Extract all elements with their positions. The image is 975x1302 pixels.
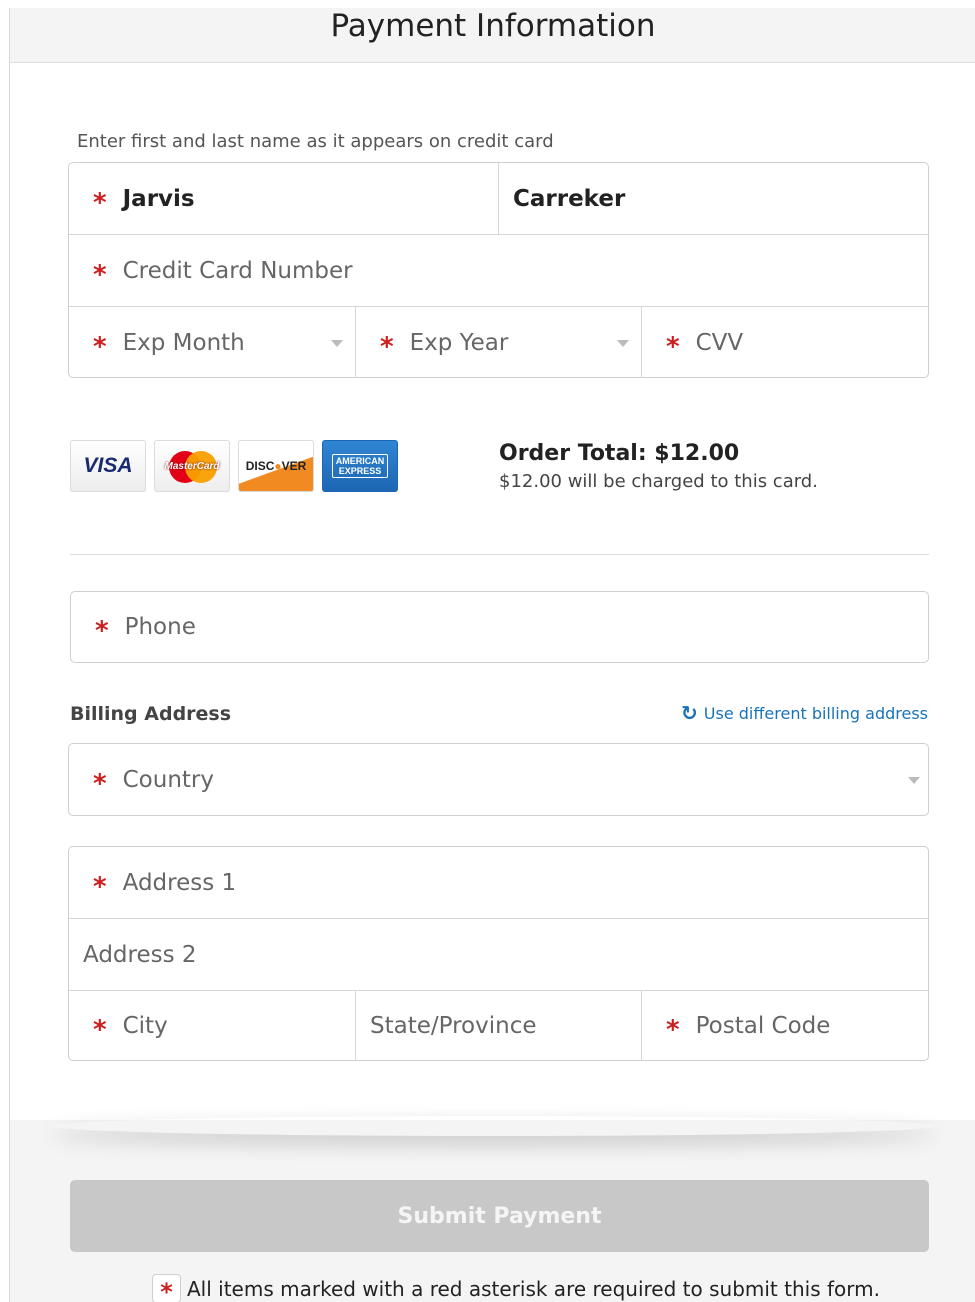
- city-field[interactable]: * City: [69, 991, 355, 1061]
- american-express-logo: AMERICAN EXPRESS: [322, 440, 398, 492]
- page-title: Payment Information: [330, 8, 656, 44]
- exp-year-placeholder: Exp Year: [409, 329, 509, 356]
- required-asterisk: *: [93, 871, 107, 902]
- accepted-cards: VISA MasterCard DISC ● VER AMERICAN EXPRES…: [70, 440, 398, 492]
- name-row: * Jarvis Carreker: [69, 163, 928, 234]
- required-note-text: All items marked with a red asterisk are…: [187, 1276, 880, 1301]
- required-asterisk: *: [93, 768, 107, 799]
- required-asterisk: *: [95, 616, 109, 646]
- first-name-field[interactable]: * Jarvis: [69, 163, 498, 234]
- exp-month-placeholder: Exp Month: [122, 329, 245, 356]
- required-asterisk: *: [93, 187, 107, 218]
- state-placeholder: State/Province: [370, 1013, 537, 1039]
- country-input[interactable]: * Country: [69, 744, 930, 815]
- postal-code-placeholder: Postal Code: [695, 1013, 831, 1039]
- mastercard-logo: MasterCard: [154, 440, 230, 492]
- phone-placeholder: Phone: [124, 614, 196, 640]
- order-total: Order Total: $12.00: [499, 441, 740, 466]
- cvv-placeholder: CVV: [695, 329, 744, 356]
- footer-shadow: [50, 1116, 936, 1136]
- discover-logo: DISC ● VER: [238, 440, 314, 492]
- use-different-billing-link[interactable]: ↻ Use different billing address: [681, 701, 928, 725]
- required-asterisk: *: [93, 331, 107, 362]
- required-asterisk: *: [380, 331, 394, 362]
- page-header: Payment Information: [10, 8, 975, 63]
- address2-placeholder: Address 2: [83, 941, 197, 968]
- country-select[interactable]: * Country: [68, 743, 929, 816]
- card-number-row: * Credit Card Number: [69, 234, 928, 306]
- submit-payment-button[interactable]: Submit Payment: [70, 1180, 929, 1252]
- exp-year-select[interactable]: * Exp Year: [355, 307, 641, 378]
- postal-code-field[interactable]: * Postal Code: [641, 991, 930, 1061]
- address1-row: * Address 1: [69, 847, 928, 918]
- cvv-field[interactable]: * CVV: [641, 307, 930, 378]
- expiry-row: * Exp Month * Exp Year * CVV: [69, 306, 928, 378]
- address1-placeholder: Address 1: [122, 869, 237, 896]
- chevron-down-icon: [617, 339, 629, 347]
- card-number-placeholder: Credit Card Number: [122, 257, 353, 284]
- city-state-postal-row: * City State/Province * Postal Code: [69, 990, 928, 1061]
- phone-input[interactable]: * Phone: [71, 592, 930, 662]
- card-fields-group: * Jarvis Carreker * Credit Card Number *…: [68, 162, 929, 378]
- charge-note: $12.00 will be charged to this card.: [499, 471, 818, 492]
- card-number-field[interactable]: * Credit Card Number: [69, 235, 930, 306]
- address2-field[interactable]: Address 2: [69, 919, 930, 990]
- required-asterisk: *: [666, 331, 680, 362]
- country-placeholder: Country: [122, 766, 214, 793]
- last-name-field[interactable]: Carreker: [498, 163, 930, 234]
- address-fields-group: * Address 1 Address 2 * City State/Provi…: [68, 846, 929, 1061]
- required-asterisk: *: [93, 1015, 107, 1045]
- city-placeholder: City: [122, 1013, 168, 1039]
- phone-field[interactable]: * Phone: [70, 591, 929, 663]
- address1-field[interactable]: * Address 1: [69, 847, 930, 918]
- state-field[interactable]: State/Province: [355, 991, 641, 1061]
- chevron-down-icon: [331, 339, 343, 347]
- divider: [70, 554, 929, 555]
- required-asterisk-icon: *: [152, 1274, 181, 1302]
- billing-address-label: Billing Address: [70, 703, 232, 725]
- payment-panel: Payment Information Enter first and last…: [9, 8, 975, 1302]
- exp-month-select[interactable]: * Exp Month: [69, 307, 355, 378]
- card-name-hint: Enter first and last name as it appears …: [77, 131, 554, 152]
- first-name-value: Jarvis: [122, 185, 195, 212]
- required-asterisk: *: [93, 259, 107, 290]
- refresh-icon: ↻: [681, 701, 698, 725]
- address2-row: Address 2: [69, 918, 928, 990]
- visa-logo: VISA: [70, 440, 146, 492]
- required-asterisk: *: [666, 1015, 680, 1045]
- last-name-value: Carreker: [513, 185, 626, 212]
- required-note: * All items marked with a red asterisk a…: [152, 1274, 880, 1302]
- chevron-down-icon: [908, 776, 920, 784]
